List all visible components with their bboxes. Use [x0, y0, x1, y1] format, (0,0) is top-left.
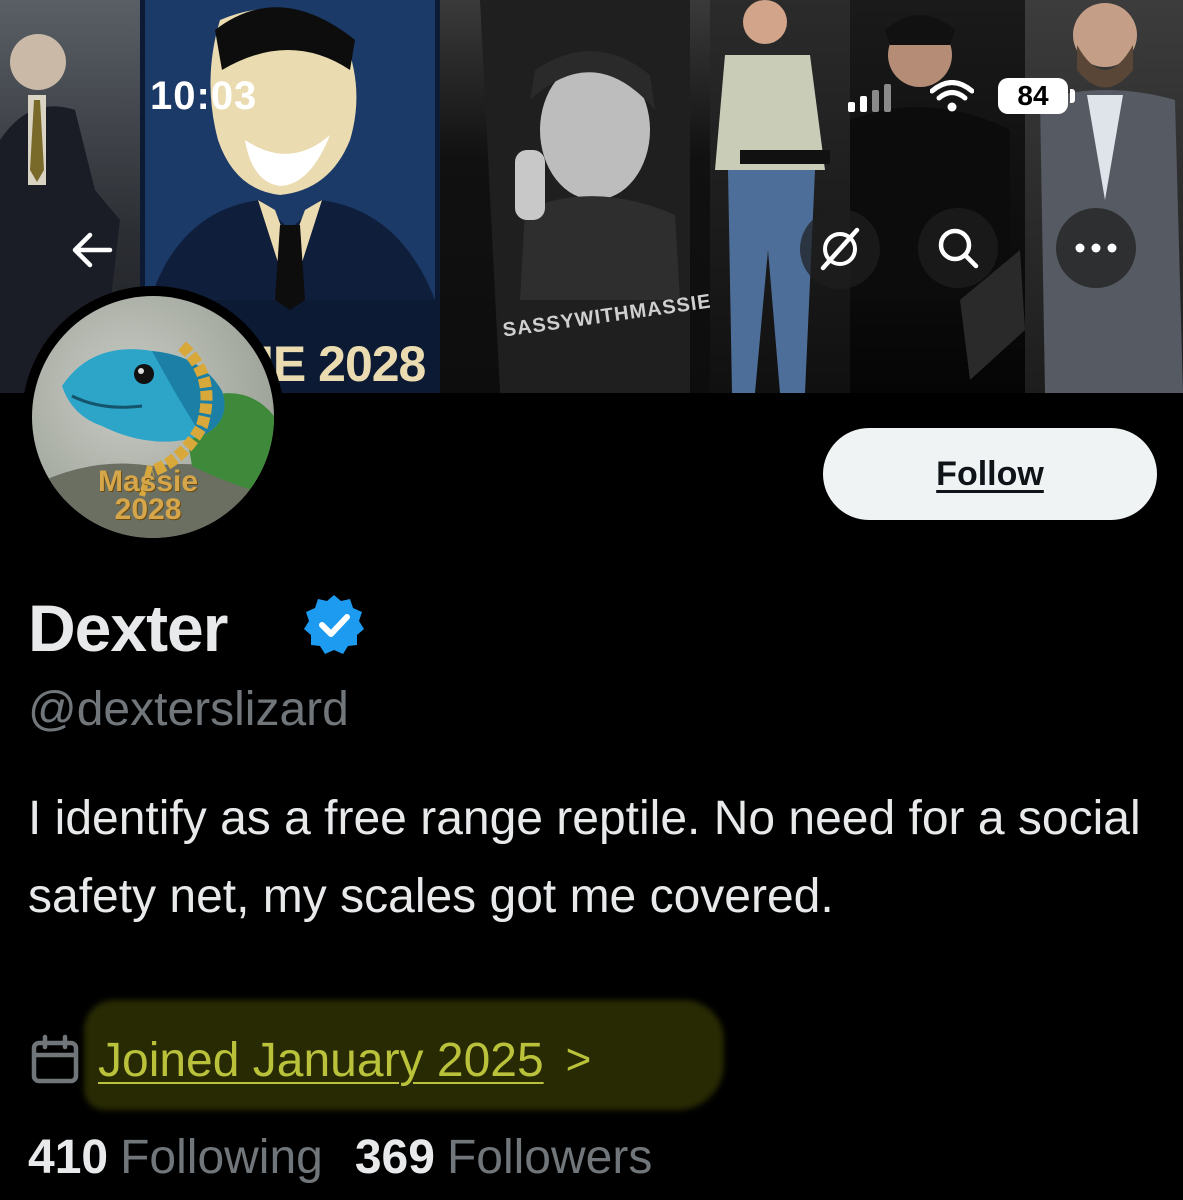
- banner-shirt: SASSYWITHMASSIE: [440, 0, 713, 393]
- bio: I identify as a free range reptile. No n…: [28, 792, 1141, 923]
- joined-row[interactable]: Joined January 2025 >: [28, 1022, 591, 1098]
- joined-date-link[interactable]: Joined January 2025: [98, 1033, 544, 1088]
- search-button[interactable]: [918, 208, 998, 288]
- grok-button[interactable]: [800, 209, 880, 289]
- avatar-caption-line1: Massie: [98, 465, 199, 498]
- following-label[interactable]: Following: [120, 1126, 323, 1190]
- follow-stats: 410 Following 369 Followers: [28, 1126, 684, 1190]
- chevron-right-icon: >: [565, 1035, 592, 1084]
- following-count[interactable]: 410: [28, 1126, 108, 1190]
- search-icon: [938, 228, 979, 269]
- status-time: 10:03: [150, 74, 258, 118]
- more-button[interactable]: [1056, 208, 1136, 288]
- grok-icon: [820, 227, 860, 271]
- avatar-image: Massie 2028: [32, 296, 274, 538]
- more-icon: [1075, 243, 1117, 253]
- banner-photo-6: [1025, 0, 1183, 393]
- back-arrow-icon: [72, 232, 113, 268]
- cellular-signal-icon: [848, 84, 891, 112]
- battery-indicator: 84: [998, 78, 1068, 114]
- avatar[interactable]: Massie 2028: [22, 286, 284, 548]
- banner-photo-4: [710, 0, 850, 393]
- battery-cap: [1070, 89, 1075, 103]
- banner-photo-5: [850, 0, 1025, 393]
- wifi-icon: [930, 80, 974, 112]
- back-button[interactable]: [52, 210, 132, 290]
- display-name: Dexter: [28, 591, 228, 665]
- followers-label[interactable]: Followers: [447, 1126, 652, 1190]
- avatar-caption-line2: 2028: [114, 493, 182, 526]
- verified-badge-icon[interactable]: [302, 593, 366, 657]
- follow-button[interactable]: Follow: [823, 428, 1157, 520]
- handle: @dexterslizard: [28, 683, 349, 736]
- calendar-icon: [31, 1034, 79, 1084]
- poster-caption: IE 2028: [260, 336, 426, 392]
- followers-count[interactable]: 369: [355, 1126, 435, 1190]
